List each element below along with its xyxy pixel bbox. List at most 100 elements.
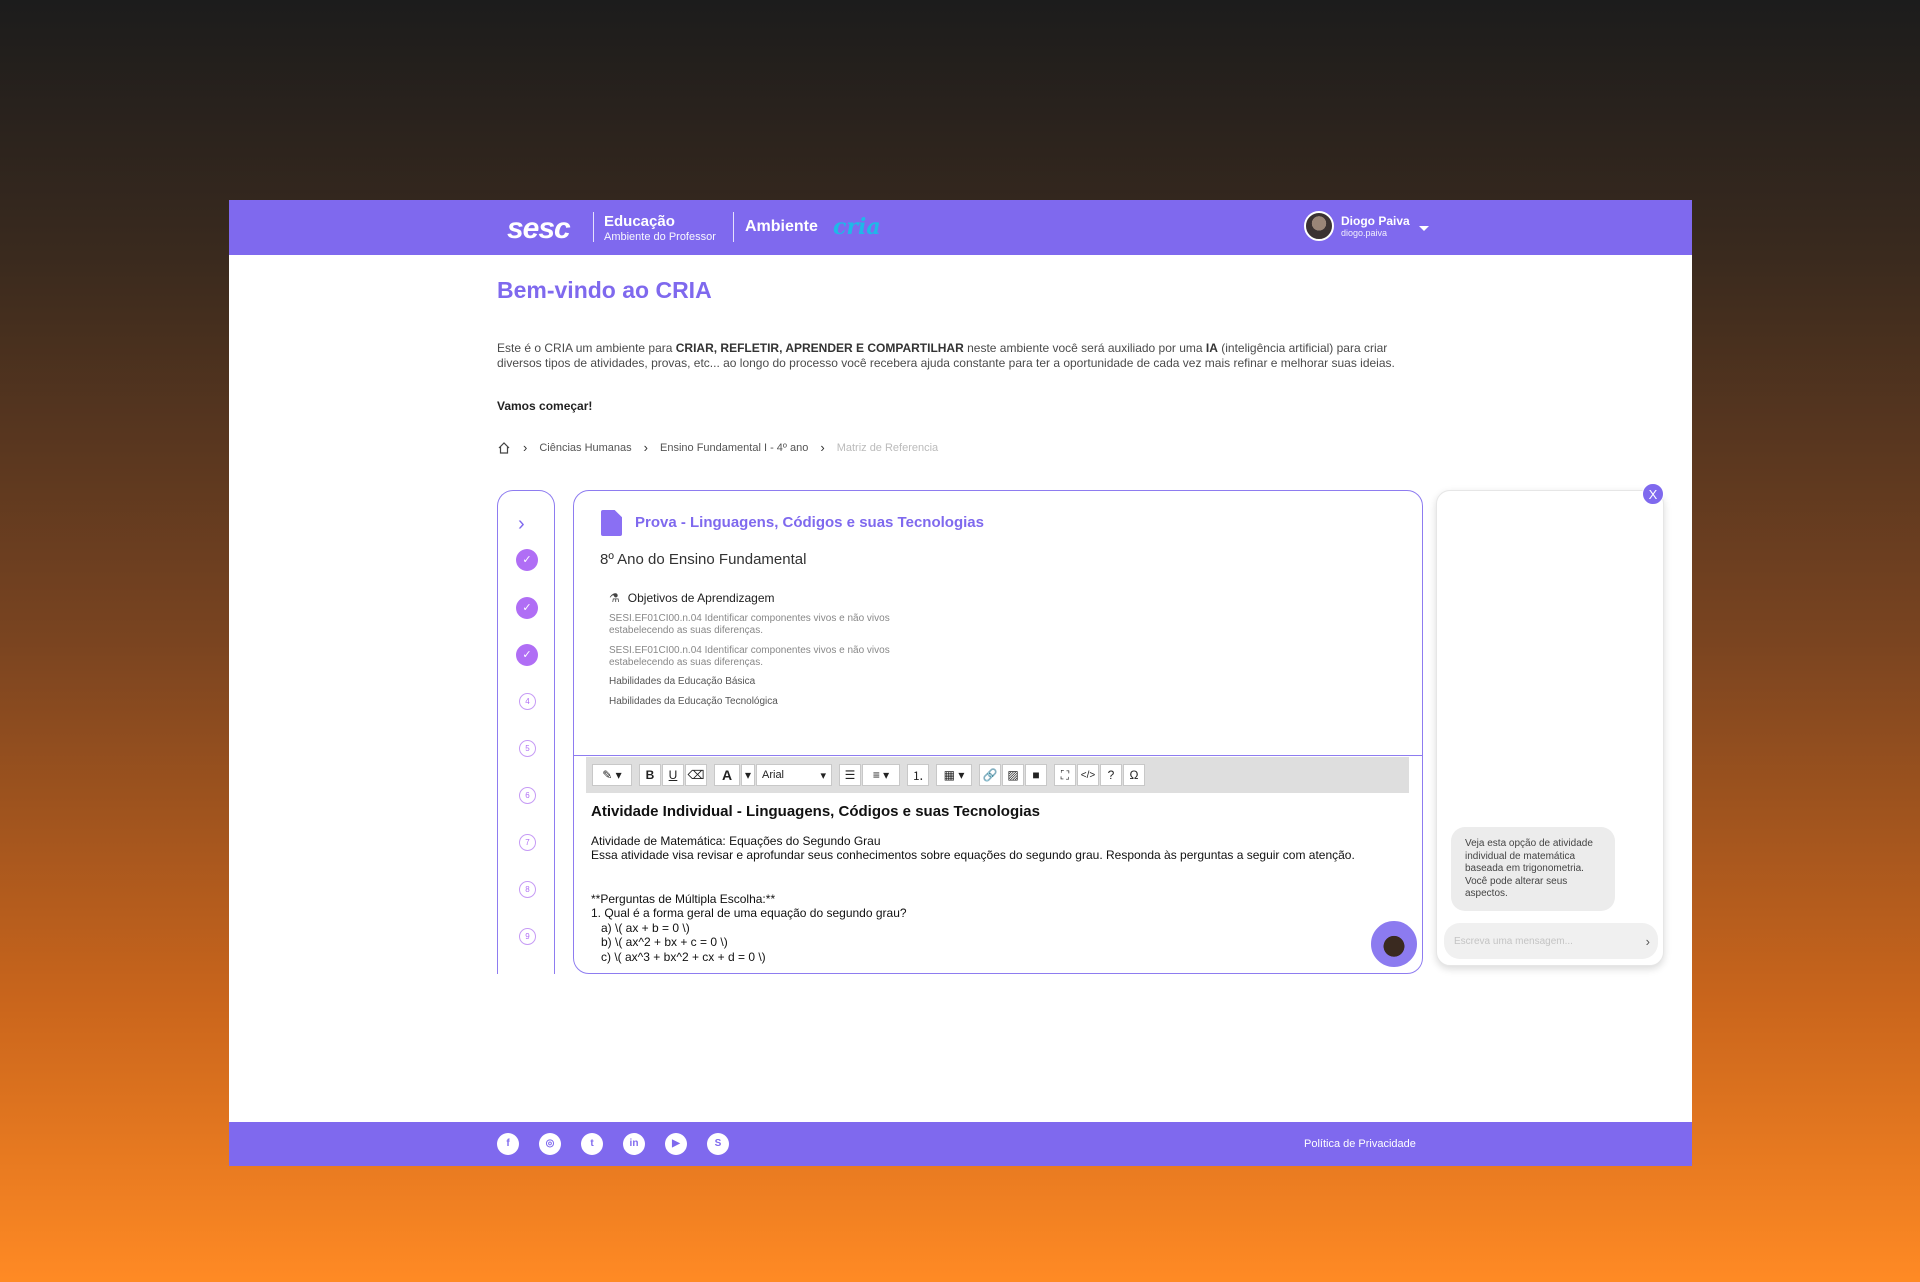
document-icon xyxy=(601,510,622,536)
start-text: Vamos começar! xyxy=(497,399,593,413)
font-color-button[interactable]: A xyxy=(714,764,740,786)
step-todo[interactable]: 6 xyxy=(519,787,536,804)
objective-code: SESI.EF01CI00.n.04 Identificar component… xyxy=(609,613,890,636)
privacy-link[interactable]: Política de Privacidade xyxy=(1304,1138,1416,1150)
breadcrumb-current: Matriz de Referencia xyxy=(836,441,939,454)
eraser-icon[interactable]: ⌫ xyxy=(685,764,707,786)
step-todo[interactable]: 5 xyxy=(519,740,536,757)
link-icon[interactable]: 🔗 xyxy=(979,764,1001,786)
youtube-icon[interactable]: ▶ xyxy=(665,1133,687,1155)
editor-line: c) \( ax^3 + bx^2 + cx + d = 0 \) xyxy=(591,949,766,964)
image-icon[interactable]: ▨ xyxy=(1002,764,1024,786)
hab-basic[interactable]: Habilidades da Educação Básica xyxy=(609,676,755,687)
editor-line: a) \( ax + b = 0 \) xyxy=(591,920,690,935)
align-icon[interactable]: ≡ ▾ xyxy=(862,764,900,786)
assistant-avatar-button[interactable] xyxy=(1369,919,1419,969)
video-icon[interactable]: ■ xyxy=(1025,764,1047,786)
app-window: sesc Educação Ambiente do Professor Ambi… xyxy=(229,200,1692,1166)
chevron-down-icon: ▾ xyxy=(820,769,826,782)
step-todo[interactable]: 7 xyxy=(519,834,536,851)
cria-logo: cria xyxy=(833,214,881,240)
breadcrumb-item[interactable]: Ensino Fundamental I - 4º ano xyxy=(660,442,808,454)
objectives-label: Objetivos de Aprendizagem xyxy=(627,591,775,605)
bullet-list-icon[interactable]: ☰ xyxy=(839,764,861,786)
editor-toolbar: ✎ ▾ B U ⌫ A ▾ Arial ▾ ☰ ≡ ▾ ⒈ ▦ ▾ 🔗 ▨ ■ xyxy=(586,757,1409,793)
breadcrumb-item[interactable]: Ciências Humanas xyxy=(539,442,631,454)
intro-bold: IA xyxy=(1205,341,1218,355)
special-char-button[interactable]: Ω xyxy=(1123,764,1145,786)
editor-blank xyxy=(591,863,1391,892)
chevron-right-icon: › xyxy=(643,440,649,455)
document-card: Prova - Linguagens, Códigos e suas Tecno… xyxy=(573,490,1423,974)
user-login: diogo.paiva xyxy=(1341,228,1388,238)
instagram-icon[interactable]: ◎ xyxy=(539,1133,561,1155)
page-title: Bem-vindo ao CRIA xyxy=(497,277,712,303)
steps-sidebar: › ✓ ✓ ✓ 4 5 6 7 8 9 xyxy=(497,490,555,974)
intro-part: Este é o CRIA um ambiente para xyxy=(497,341,676,355)
divider xyxy=(593,212,594,242)
linkedin-icon[interactable]: in xyxy=(623,1133,645,1155)
fullscreen-icon[interactable]: ⛶ xyxy=(1054,764,1076,786)
step-todo[interactable]: 4 xyxy=(519,693,536,710)
step-todo[interactable]: 8 xyxy=(519,881,536,898)
editor-line: 1. Qual é a forma geral de uma equação d… xyxy=(591,906,907,920)
breadcrumb: › Ciências Humanas › Ensino Fundamental … xyxy=(497,440,938,455)
grade-label: 8º Ano do Ensino Fundamental xyxy=(600,551,807,568)
send-icon[interactable]: › xyxy=(1646,934,1650,949)
chevron-right-icon[interactable]: › xyxy=(518,513,525,536)
editor-line: **Perguntas de Múltipla Escolha:** xyxy=(591,891,776,906)
avatar[interactable] xyxy=(1304,211,1334,241)
top-bar: sesc Educação Ambiente do Professor Ambi… xyxy=(229,200,1692,255)
divider xyxy=(733,212,734,242)
chat-panel: Veja esta opção de atividade individual … xyxy=(1436,490,1664,966)
editor-line: Atividade de Matemática: Equações do Seg… xyxy=(591,833,881,848)
table-icon[interactable]: ▦ ▾ xyxy=(936,764,972,786)
user-name: Diogo Paiva xyxy=(1341,214,1410,228)
edu-title: Educação xyxy=(604,213,675,230)
card-title: Prova - Linguagens, Códigos e suas Tecno… xyxy=(635,514,984,531)
step-done[interactable]: ✓ xyxy=(516,597,538,619)
rich-text-editor: ✎ ▾ B U ⌫ A ▾ Arial ▾ ☰ ≡ ▾ ⒈ ▦ ▾ 🔗 ▨ ■ xyxy=(574,755,1422,973)
chat-input-bar: › xyxy=(1444,923,1658,959)
close-button[interactable]: X xyxy=(1642,483,1664,505)
footer: f ◎ t in ▶ S Política de Privacidade xyxy=(229,1122,1692,1166)
editor-line: b) \( ax^2 + bx + c = 0 \) xyxy=(591,935,728,949)
chevron-down-icon[interactable]: ▾ xyxy=(741,764,755,786)
facebook-icon[interactable]: f xyxy=(497,1133,519,1155)
intro-bold: CRIAR, REFLETIR, APRENDER E COMPARTILHAR xyxy=(675,341,964,355)
objectives-heading: ⚗ Objetivos de Aprendizagem xyxy=(609,591,775,605)
ambiente-label: Ambiente xyxy=(745,218,818,235)
hab-tech[interactable]: Habilidades da Educação Tecnológica xyxy=(609,696,778,707)
message-input[interactable] xyxy=(1454,935,1624,947)
chevron-right-icon: › xyxy=(523,440,528,455)
assistant-message: Veja esta opção de atividade individual … xyxy=(1451,827,1615,911)
font-name: Arial xyxy=(762,769,785,781)
underline-button[interactable]: U xyxy=(662,764,684,786)
step-done[interactable]: ✓ xyxy=(516,644,538,666)
step-todo[interactable]: 9 xyxy=(519,928,536,945)
sesc-logo[interactable]: sesc xyxy=(507,212,571,246)
home-icon[interactable] xyxy=(497,441,511,455)
bold-button[interactable]: B xyxy=(639,764,661,786)
chevron-down-icon[interactable] xyxy=(1418,225,1429,231)
objective-code: SESI.EF01CI00.n.04 Identificar component… xyxy=(609,645,890,668)
font-select[interactable]: Arial ▾ xyxy=(756,764,832,786)
objectives-icon: ⚗ xyxy=(609,591,620,605)
intro-text: Este é o CRIA um ambiente para CRIAR, RE… xyxy=(497,341,1417,371)
editor-heading: Atividade Individual - Linguagens, Códig… xyxy=(591,803,1040,820)
numbered-list-icon[interactable]: ⒈ xyxy=(907,764,929,786)
step-done[interactable]: ✓ xyxy=(516,549,538,571)
education-brand: Educação Ambiente do Professor xyxy=(604,213,716,243)
magic-wand-icon[interactable]: ✎ ▾ xyxy=(592,764,632,786)
twitter-icon[interactable]: t xyxy=(581,1133,603,1155)
chevron-right-icon: › xyxy=(820,440,825,455)
intro-part: neste ambiente você será auxiliado por u… xyxy=(963,341,1206,355)
editor-content[interactable]: Atividade Individual - Linguagens, Códig… xyxy=(591,803,1391,964)
code-view-icon[interactable]: </> xyxy=(1077,764,1099,786)
editor-line: Essa atividade visa revisar e aprofundar… xyxy=(591,848,1355,862)
user-menu[interactable]: Diogo Paiva diogo.paiva xyxy=(1304,211,1429,241)
help-button[interactable]: ? xyxy=(1100,764,1122,786)
edu-subtitle: Ambiente do Professor xyxy=(604,231,716,243)
social-links: f ◎ t in ▶ S xyxy=(497,1133,749,1155)
sesc-icon[interactable]: S xyxy=(707,1133,729,1155)
